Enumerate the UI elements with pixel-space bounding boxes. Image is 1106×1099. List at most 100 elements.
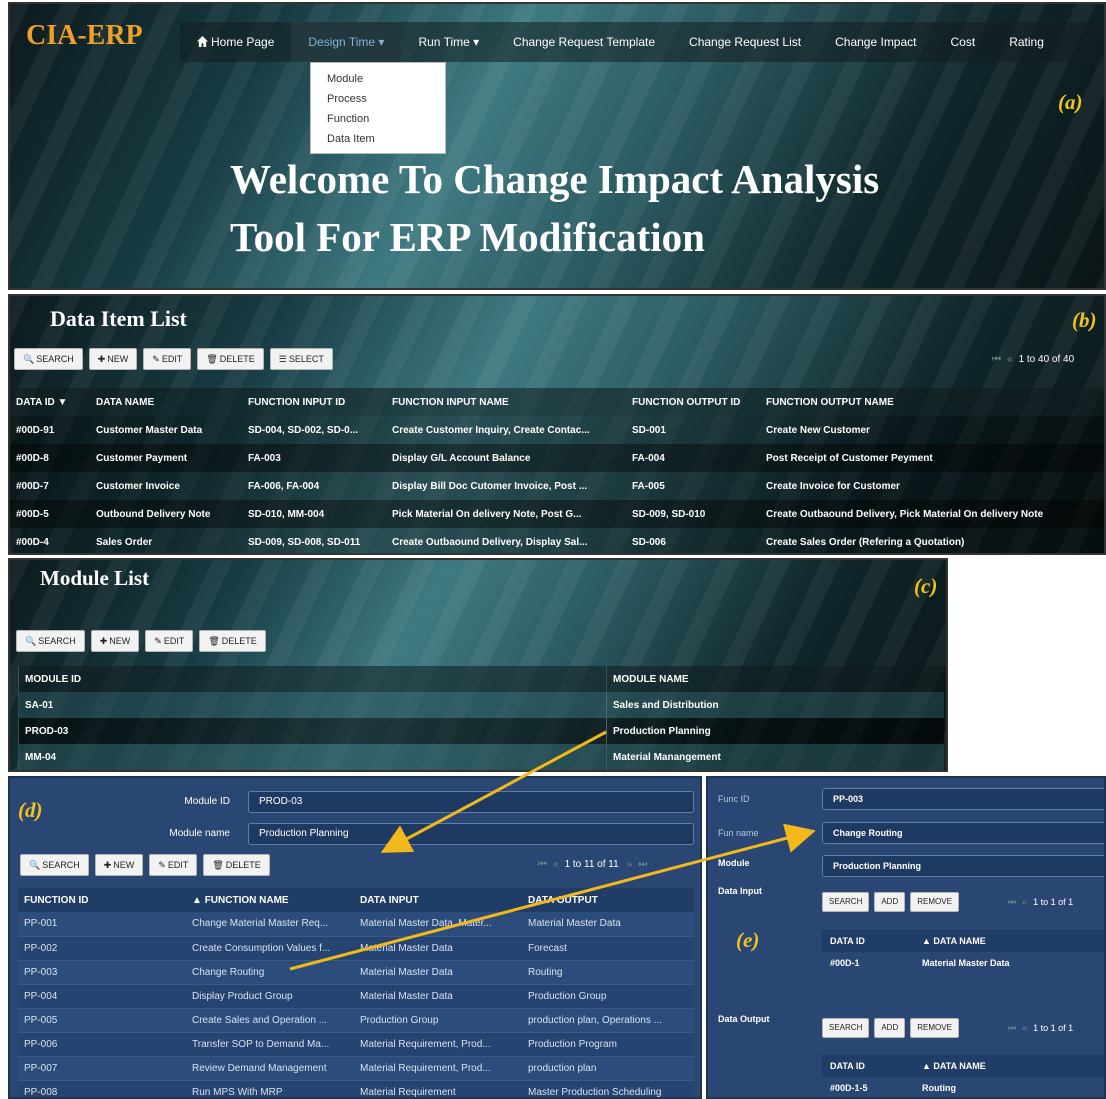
col-header-module-id[interactable]: MODULE ID	[18, 666, 607, 692]
function-table: FUNCTION ID ▲ FUNCTION NAME DATA INPUT D…	[18, 888, 694, 1097]
col-header-function-input-id[interactable]: FUNCTION INPUT ID	[242, 388, 386, 416]
cell: Outbound Delivery Note	[90, 500, 242, 528]
cell: Material Master Data	[354, 960, 522, 985]
nav-design-time[interactable]: Design Time ▾	[291, 22, 402, 62]
first-page-icon[interactable]: ⏮	[1008, 1023, 1016, 1033]
nav-run-time[interactable]: Run Time ▾	[401, 22, 496, 62]
table-row[interactable]: SA-01 Sales and Distribution	[18, 692, 944, 718]
nav-home[interactable]: Home Page	[180, 22, 291, 62]
table-row[interactable]: #00D-91 Customer Master Data SD-004, SD-00…	[10, 416, 1104, 444]
table-row[interactable]: PROD-03 Production Planning	[18, 718, 944, 744]
col-header-data-name[interactable]: ▲ DATA NAME	[922, 1055, 986, 1077]
table-row[interactable]: MM-04 Material Manangement	[18, 744, 944, 770]
dropdown-item-data-item[interactable]: Data Item	[327, 129, 445, 149]
delete-button[interactable]: 🗑 DELETE	[203, 854, 270, 876]
new-button[interactable]: ✚ NEW	[90, 630, 140, 652]
cell: Production Group	[522, 984, 694, 1009]
cell: #00D-1	[830, 958, 860, 968]
caret-down-icon: ▾	[375, 35, 385, 49]
delete-button-label: DELETE	[225, 860, 261, 870]
nav-rating[interactable]: Rating	[992, 22, 1061, 62]
welcome-panel: CIA-ERP Home Page Design Time ▾ Run Time…	[8, 2, 1106, 290]
table-row[interactable]: #00D-5 Outbound Delivery Note SD-010, MM-0…	[10, 500, 1104, 528]
panel-tag-b: (b)	[1072, 308, 1097, 332]
cell: Routing	[522, 960, 694, 985]
delete-button[interactable]: 🗑 DELETE	[199, 630, 266, 652]
first-page-icon[interactable]: ⏮	[992, 354, 1001, 365]
edit-button[interactable]: ✎ EDIT	[149, 854, 198, 876]
search-button[interactable]: 🔍 SEARCH	[16, 630, 85, 652]
table-row[interactable]: #00D-8 Customer Payment FA-003 Display G/L …	[10, 444, 1104, 472]
col-header-data-id[interactable]: DATA ID ▼	[10, 388, 90, 416]
last-page-icon[interactable]: ⏭	[638, 859, 647, 870]
col-header-function-input-name[interactable]: FUNCTION INPUT NAME	[386, 388, 626, 416]
table-row[interactable]: #00D-1 Material Master Data	[822, 952, 1104, 974]
nav-change-request-list[interactable]: Change Request List	[672, 22, 818, 62]
col-header-function-id[interactable]: FUNCTION ID	[18, 888, 186, 912]
table-row[interactable]: PP-005 Create Sales and Operation ... Prod…	[18, 1008, 694, 1033]
add-button[interactable]: ADD	[874, 1018, 906, 1038]
cell: production plan	[522, 1056, 694, 1081]
cell: PROD-03	[18, 718, 607, 744]
edit-button[interactable]: ✎ EDIT	[143, 348, 192, 370]
col-header-function-output-id[interactable]: FUNCTION OUTPUT ID	[626, 388, 760, 416]
table-row[interactable]: PP-004 Display Product Group Material Mast…	[18, 984, 694, 1009]
search-button[interactable]: 🔍 SEARCH	[20, 854, 89, 876]
func-id-field[interactable]: PP-003	[822, 788, 1104, 810]
dropdown-item-function[interactable]: Function	[327, 109, 445, 129]
table-row[interactable]: #00D-7 Customer Invoice FA-006, FA-004 Disp…	[10, 472, 1104, 500]
prev-page-icon[interactable]: «	[1022, 897, 1027, 907]
sort-asc-icon: ▲	[192, 894, 205, 906]
col-header-function-output-name[interactable]: FUNCTION OUTPUT NAME	[760, 388, 1104, 416]
delete-button-label: DELETE	[221, 636, 257, 646]
prev-page-icon[interactable]: «	[553, 859, 559, 870]
dropdown-item-process[interactable]: Process	[327, 89, 445, 109]
select-button[interactable]: ☰ SELECT	[269, 348, 333, 370]
table-row[interactable]: #00D-4 Sales Order SD-009, SD-008, SD-011 C…	[10, 528, 1104, 553]
table-row[interactable]: #00D-1-5 Routing	[822, 1077, 1104, 1097]
fun-name-field[interactable]: Change Routing	[822, 822, 1104, 844]
edit-button[interactable]: ✎ EDIT	[145, 630, 194, 652]
new-button[interactable]: ✚ NEW	[94, 854, 144, 876]
search-button[interactable]: SEARCH	[822, 1018, 870, 1038]
col-header-data-id[interactable]: DATA ID	[822, 930, 922, 952]
new-button[interactable]: ✚ NEW	[88, 348, 138, 370]
data-input-pager: ⏮ « 1 to 1 of 1	[1008, 897, 1073, 908]
nav-change-impact[interactable]: Change Impact	[818, 22, 933, 62]
col-header-data-id[interactable]: DATA ID	[822, 1055, 922, 1077]
prev-page-icon[interactable]: «	[1022, 1023, 1027, 1033]
module-name-field[interactable]: Production Planning	[248, 823, 694, 845]
table-row[interactable]: PP-001 Change Material Master Req... Mater…	[18, 912, 694, 937]
module-field[interactable]: Production Planning	[822, 855, 1104, 877]
dropdown-item-module[interactable]: Module	[327, 69, 445, 89]
cell: Master Production Scheduling	[522, 1080, 694, 1097]
search-button[interactable]: 🔍 SEARCH	[14, 348, 83, 370]
nav-change-request-template[interactable]: Change Request Template	[496, 22, 672, 62]
first-page-icon[interactable]: ⏮	[1008, 897, 1016, 907]
delete-button[interactable]: 🗑 DELETE	[197, 348, 264, 370]
prev-page-icon[interactable]: «	[1007, 354, 1013, 365]
table-row[interactable]: PP-007 Review Demand Management Material R…	[18, 1056, 694, 1081]
fun-name-label: Fun name	[718, 828, 759, 838]
plus-icon: ✚	[97, 354, 106, 364]
cell: SD-009, SD-010	[626, 500, 760, 528]
col-header-data-output[interactable]: DATA OUTPUT	[522, 888, 694, 912]
next-page-icon[interactable]: »	[627, 859, 633, 870]
table-row[interactable]: PP-006 Transfer SOP to Demand Ma... Materi…	[18, 1032, 694, 1057]
add-button[interactable]: ADD	[874, 892, 906, 912]
col-header-data-name[interactable]: DATA NAME	[90, 388, 242, 416]
col-header-data-name[interactable]: ▲ DATA NAME	[922, 930, 986, 952]
col-header-module-name[interactable]: MODULE NAME	[606, 666, 944, 692]
table-row[interactable]: PP-008 Run MPS With MRP Material Requireme…	[18, 1080, 694, 1097]
search-button[interactable]: SEARCH	[822, 892, 870, 912]
table-row[interactable]: PP-003 Change Routing Material Master Data…	[18, 960, 694, 985]
table-row[interactable]: PP-002 Create Consumption Values f... Mate…	[18, 936, 694, 961]
remove-button[interactable]: REMOVE	[910, 1018, 959, 1038]
remove-button[interactable]: REMOVE	[910, 892, 959, 912]
col-header-data-input[interactable]: DATA INPUT	[354, 888, 522, 912]
module-id-field[interactable]: PROD-03	[248, 791, 694, 813]
first-page-icon[interactable]: ⏮	[538, 859, 547, 870]
nav-cost[interactable]: Cost	[934, 22, 993, 62]
col-header-function-name[interactable]: ▲ FUNCTION NAME	[186, 888, 354, 912]
pager-text: 1 to 1 of 1	[1033, 897, 1074, 907]
